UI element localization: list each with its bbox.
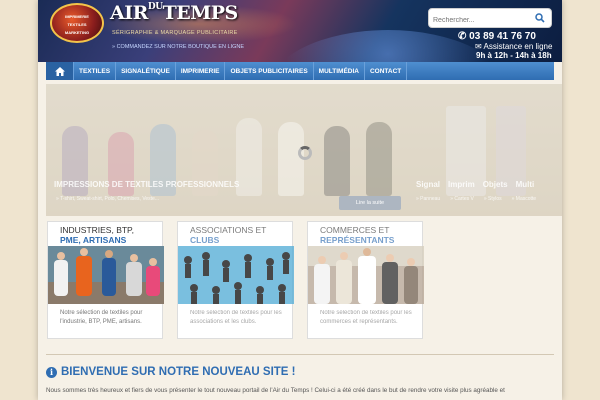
slide-tab[interactable]: Imprim <box>448 180 475 189</box>
logo-word-du: DU <box>147 2 163 12</box>
slide-tabs-sub: » Panneau » Cartes V » Stylos » Mascotte <box>416 196 536 202</box>
search-input[interactable] <box>429 11 525 30</box>
chat-icon: ✉ <box>475 42 482 51</box>
boutique-link[interactable]: » Commandez sur notre boutique en ligne <box>112 44 244 50</box>
section-divider <box>46 354 554 355</box>
slide-tab-sub: » Panneau <box>416 196 441 202</box>
logo-badge[interactable]: IMPRIMERIE TEXTILES MARKETING <box>50 3 104 43</box>
card-image-clubs[interactable] <box>178 246 294 304</box>
card-description: Notre sélection de textiles pour les ass… <box>190 310 282 325</box>
welcome-heading: i Bienvenue sur notre nouveau site ! <box>46 366 296 378</box>
welcome-intro-text: Nous sommes très heureux et fiers de vou… <box>46 387 505 394</box>
main-navigation: Textiles Signalétique Imprimerie Objets … <box>46 62 554 80</box>
opening-hours: 9h à 12h - 14h à 18h <box>476 51 552 60</box>
category-card-associations[interactable]: Associations et clubs <box>177 221 294 339</box>
slide-subcaption: » T-shirt, Sweat-shirt, Polo, Chemises, … <box>56 196 160 202</box>
logo-word-air: AIR <box>110 2 148 24</box>
page-container: IMPRIMERIE TEXTILES MARKETING AIRDUTEMPS… <box>38 0 562 400</box>
site-header: IMPRIMERIE TEXTILES MARKETING AIRDUTEMPS… <box>38 0 562 62</box>
card-title-line1: Commerces et <box>320 225 390 235</box>
card-title-line2: clubs <box>190 235 220 245</box>
category-card-industries[interactable]: Industries, BTP, PME, Artisans Notre sél… <box>47 221 164 339</box>
nav-item-signaletique[interactable]: Signalétique <box>116 62 176 80</box>
logo-badge-line: IMPRIMERIE <box>65 14 89 19</box>
card-title-line1: Associations et <box>190 225 267 235</box>
slide-tabs: Signal Imprim Objets Multi <box>416 180 534 189</box>
nav-item-contact[interactable]: Contact <box>365 62 408 80</box>
slide-tab-sub: » Mascotte <box>511 196 537 202</box>
phone-icon: ✆ <box>458 31 467 42</box>
card-title-line2: PME, Artisans <box>60 235 127 245</box>
card-description: Notre sélection de textiles pour l'indus… <box>60 310 143 325</box>
read-more-button[interactable]: Lire la suite <box>339 196 401 210</box>
loading-spinner-icon <box>298 146 312 160</box>
card-title-line2: représentants <box>320 235 395 245</box>
logo-word-temps: TEMPS <box>162 2 239 24</box>
slide-caption[interactable]: Impressions de textiles professionnels <box>54 180 239 189</box>
nav-home-button[interactable] <box>46 62 74 80</box>
welcome-title: Bienvenue sur notre nouveau site ! <box>61 366 296 378</box>
card-image-workers[interactable] <box>48 246 164 304</box>
nav-item-multimedia[interactable]: Multimédia <box>314 62 365 80</box>
card-image-commerce[interactable] <box>308 246 424 304</box>
hero-slider[interactable]: Impressions de textiles professionnels »… <box>46 84 562 216</box>
logo-badge-line: TEXTILES <box>67 22 87 27</box>
logo-badge-line: MARKETING <box>64 30 90 35</box>
slide-tab-sub: » Cartes V <box>450 196 474 202</box>
phone-number[interactable]: ✆ 03 89 41 76 70 <box>458 31 536 42</box>
assistance-text: Assistance en ligne <box>483 42 553 51</box>
home-icon <box>54 66 65 76</box>
search-box <box>428 8 552 30</box>
slide-tab[interactable]: Objets <box>483 180 508 189</box>
category-card-commerces[interactable]: Commerces et représentants Notre sélecti… <box>307 221 424 339</box>
card-title-line1: Industries, BTP, <box>60 225 134 235</box>
site-tagline: Sérigraphie & marquage publicitaire <box>112 30 238 36</box>
info-icon: i <box>46 366 57 378</box>
nav-item-textiles[interactable]: Textiles <box>74 62 117 80</box>
online-assistance[interactable]: ✉ Assistance en ligne <box>475 42 552 51</box>
card-description: Notre sélection de textiles pour les com… <box>320 310 412 325</box>
search-icon[interactable] <box>535 13 545 23</box>
phone-text: 03 89 41 76 70 <box>469 31 536 42</box>
slide-tab[interactable]: Signal <box>416 180 440 189</box>
site-logo-title[interactable]: AIRDUTEMPS <box>110 2 238 24</box>
nav-item-imprimerie[interactable]: Imprimerie <box>176 62 226 80</box>
slide-tab-sub: » Stylos <box>483 196 502 202</box>
slide-tab[interactable]: Multi <box>516 180 535 189</box>
nav-item-objets-publicitaires[interactable]: Objets publicitaires <box>225 62 314 80</box>
